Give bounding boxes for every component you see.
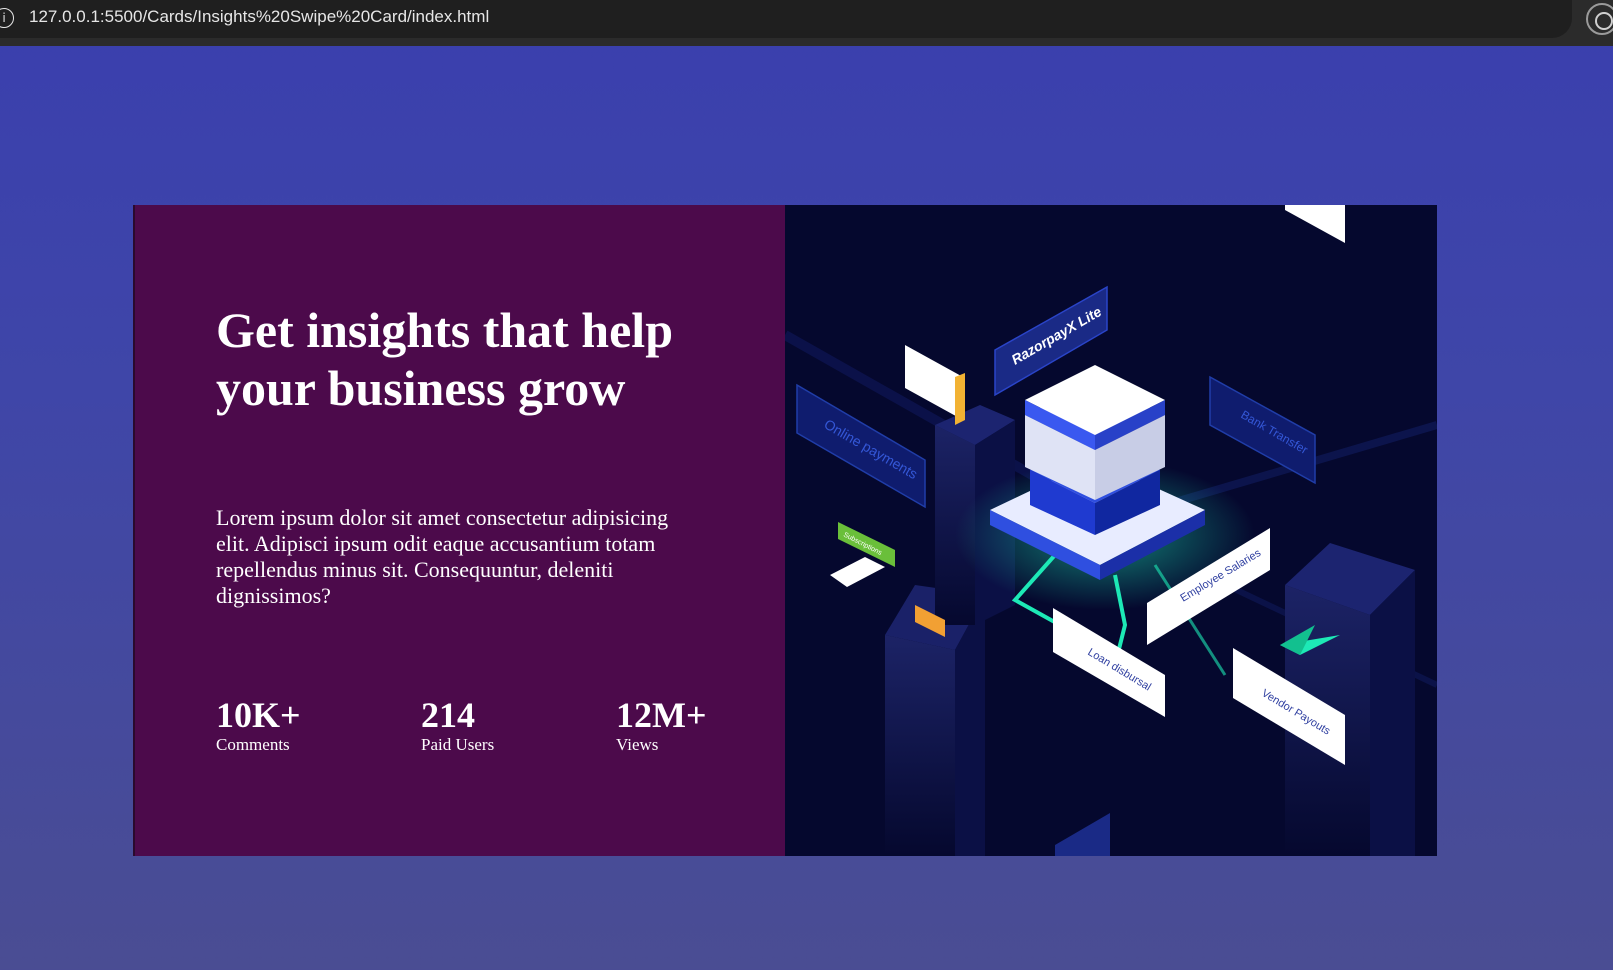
- bottom-pillar-tip: [1055, 813, 1110, 856]
- stat-comments: 10K+ Comments: [216, 695, 301, 755]
- insights-card: Get insights that help your business gro…: [133, 205, 1437, 856]
- stat-value: 214: [421, 695, 475, 735]
- card-text-panel: Get insights that help your business gro…: [133, 205, 785, 856]
- stat-value: 10K+: [216, 695, 301, 735]
- url-text[interactable]: 127.0.0.1:5500/Cards/Insights%20Swipe%20…: [29, 7, 489, 27]
- profile-icon[interactable]: [1586, 3, 1613, 35]
- bank-transfer-badge: Bank Transfer: [1209, 375, 1316, 485]
- stat-label: Views: [616, 735, 659, 754]
- isometric-fintech-illustration: RazorpayX Lite Online payments Bank Tran…: [785, 205, 1437, 856]
- card-illustration-panel: RazorpayX Lite Online payments Bank Tran…: [785, 205, 1437, 856]
- card-body-text: Lorem ipsum dolor sit amet consectetur a…: [216, 505, 669, 608]
- browser-toolbar: i 127.0.0.1:5500/Cards/Insights%20Swipe%…: [0, 0, 1613, 46]
- stat-label: Paid Users: [421, 735, 495, 754]
- corner-card-top: [1285, 205, 1345, 243]
- stat-label: Comments: [216, 735, 290, 754]
- stat-paid-users: 214 Paid Users: [421, 695, 494, 755]
- stat-value: 12M+: [616, 695, 707, 735]
- subscriptions-tag: Subscriptions: [830, 522, 895, 587]
- card-headline: Get insights that help your business gro…: [216, 302, 674, 416]
- stat-views: 12M+ Views: [616, 695, 707, 755]
